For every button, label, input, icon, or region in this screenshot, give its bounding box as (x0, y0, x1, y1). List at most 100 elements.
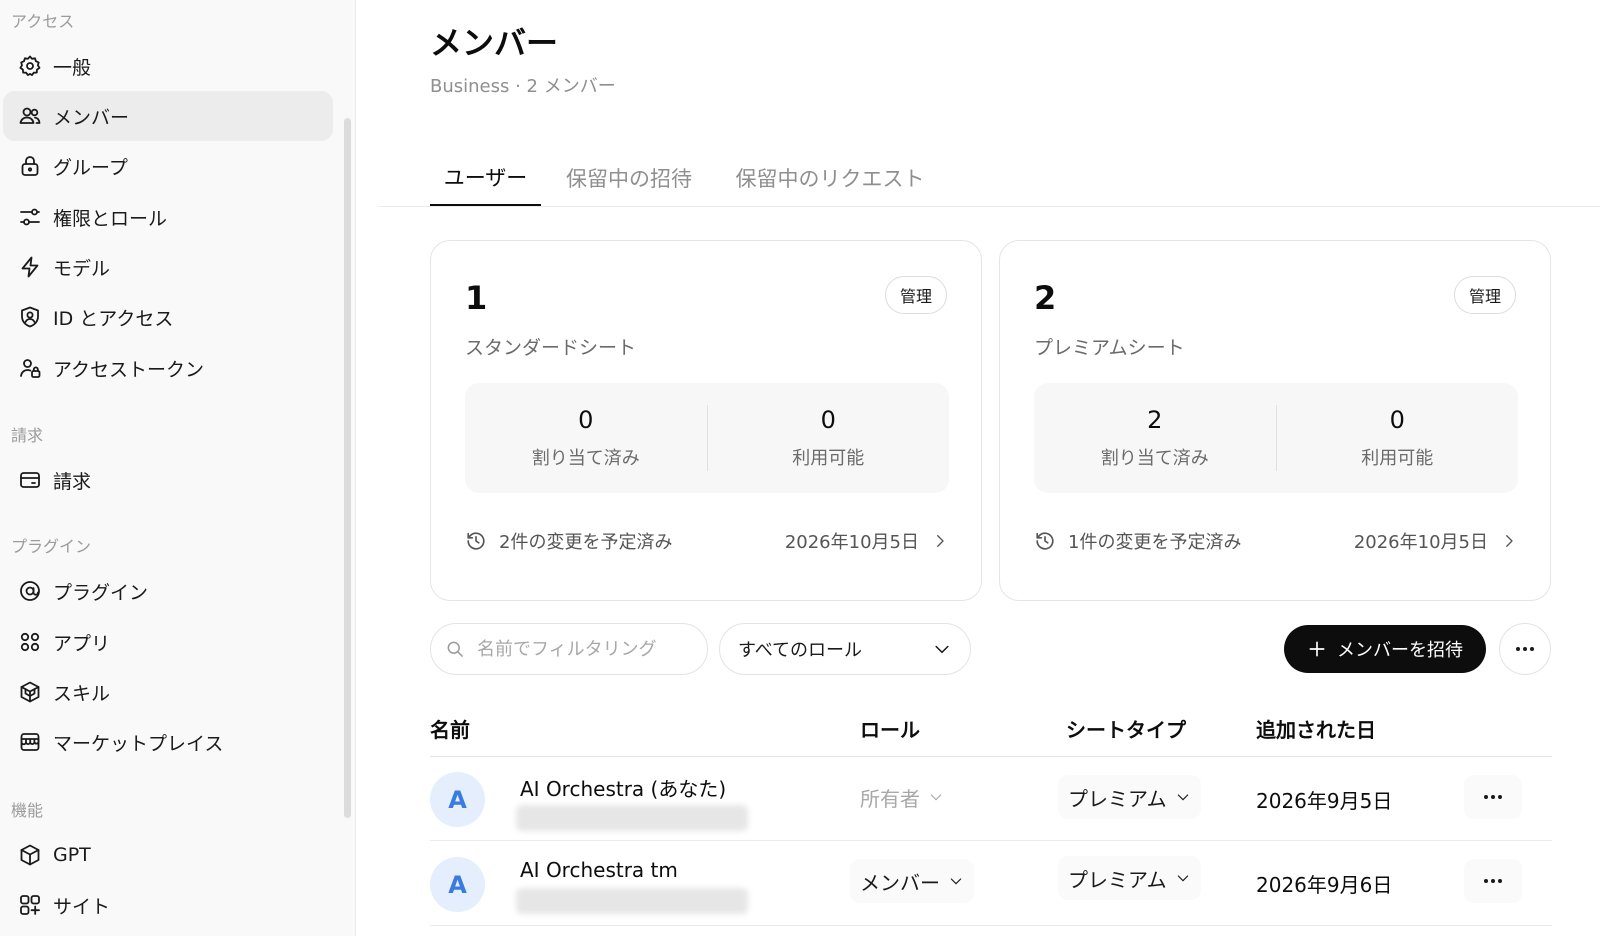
member-email-redacted (516, 805, 748, 831)
role-value: 所有者 (860, 786, 920, 811)
role-filter-select[interactable]: すべてのロール (719, 623, 971, 675)
history-icon (1036, 532, 1054, 550)
scheduled-date: 2026年10月5日 (784, 532, 919, 553)
lock-icon (18, 154, 42, 178)
tab-pending-invites[interactable]: 保留中の招待 (558, 150, 700, 206)
column-header-name[interactable]: 名前 (430, 714, 470, 743)
manage-button[interactable]: 管理 (884, 276, 947, 314)
seat-count: 2 (1034, 279, 1057, 317)
sidebar-item-label: メンバー (53, 106, 130, 129)
scheduled-changes-link[interactable]: 1件の変更を予定済み 2026年10月5日 (1034, 525, 1518, 557)
sidebar-section-access: アクセス (11, 12, 75, 31)
chevron-down-icon (935, 645, 949, 654)
column-header-date-added[interactable]: 追加された日 (1256, 714, 1376, 743)
history-icon (467, 532, 485, 550)
scheduled-text: 1件の変更を予定済み (1068, 532, 1242, 553)
more-options-button[interactable] (1499, 623, 1551, 675)
tab-bar: ユーザー 保留中の招待 保留中のリクエスト (378, 150, 1600, 207)
seat-type-value: プレミアム (1068, 867, 1167, 892)
users-icon (18, 104, 42, 128)
card-icon (18, 468, 42, 492)
member-name: AI Orchestra (あなた) (520, 777, 727, 801)
scheduled-changes-link[interactable]: 2件の変更を予定済み 2026年10月5日 (465, 525, 949, 557)
member-search (430, 623, 708, 675)
column-header-seat-type[interactable]: シートタイプ (1066, 714, 1186, 743)
seat-stats: 2 割り当て済み 0 利用可能 (1034, 383, 1518, 493)
shield-user-icon (18, 305, 42, 329)
available-stat: 0 利用可能 (1277, 383, 1519, 493)
more-icon (1516, 647, 1534, 651)
sidebar-item-label: ID とアクセス (53, 307, 174, 330)
sidebar-item-label: GPT (53, 844, 91, 866)
sidebar-item-models[interactable]: モデル (3, 242, 333, 292)
member-name: AI Orchestra tm (520, 858, 678, 882)
seat-card-premium: 2 プレミアムシート 管理 2 割り当て済み 0 利用可能 1件の変更を予定済み… (999, 240, 1551, 601)
cube-icon (18, 843, 42, 867)
available-stat: 0 利用可能 (708, 383, 950, 493)
bolt-icon (18, 255, 42, 279)
apps-icon (18, 630, 42, 654)
assigned-stat: 0 割り当て済み (465, 383, 707, 493)
seat-count: 1 (465, 279, 488, 317)
row-more-button[interactable] (1464, 859, 1522, 903)
sidebar-item-plugins[interactable]: プラグイン (3, 566, 333, 616)
sidebar-section-billing: 請求 (11, 426, 44, 445)
seat-type-dropdown[interactable]: プレミアム (1058, 775, 1201, 819)
tab-users[interactable]: ユーザー (430, 150, 541, 206)
assigned-label: 割り当て済み (1100, 448, 1209, 469)
avatar: A (430, 772, 485, 827)
assigned-label: 割り当て済み (531, 448, 640, 469)
page-title: メンバー (430, 24, 559, 62)
assigned-value: 2 (1147, 406, 1163, 434)
sidebar-item-label: アプリ (53, 632, 111, 655)
tab-pending-requests[interactable]: 保留中のリクエスト (727, 150, 933, 206)
search-input[interactable] (477, 638, 697, 660)
chevron-down-icon (1177, 875, 1188, 882)
more-icon (1484, 879, 1502, 883)
gear-icon (18, 54, 42, 78)
sidebar-item-groups[interactable]: グループ (3, 141, 333, 191)
sidebar-scrollbar[interactable] (344, 118, 351, 818)
sidebar-item-members[interactable]: メンバー (3, 91, 333, 141)
role-dropdown[interactable]: メンバー (850, 859, 974, 903)
sidebar-section-plugins: プラグイン (11, 537, 92, 556)
sidebar-item-billing[interactable]: 請求 (3, 455, 333, 505)
sidebar-item-permissions[interactable]: 権限とロール (3, 192, 333, 242)
chevron-down-icon (1177, 794, 1188, 801)
scheduled-text: 2件の変更を予定済み (499, 532, 673, 553)
invite-member-button[interactable]: メンバーを招待 (1284, 625, 1486, 673)
available-value: 0 (1389, 406, 1405, 434)
column-header-role[interactable]: ロール (860, 714, 920, 743)
sidebar-item-apps[interactable]: アプリ (3, 617, 333, 667)
role-dropdown[interactable]: 所有者 (850, 775, 954, 819)
sidebar-item-sites[interactable]: サイト (3, 880, 333, 930)
sidebar-item-label: 一般 (53, 56, 92, 79)
chevron-down-icon (950, 878, 962, 885)
table-row: A AI Orchestra tm メンバー プレミアム 2026年9月6日 (430, 842, 1552, 926)
seat-type-label: プレミアムシート (1034, 337, 1185, 359)
more-icon (1484, 795, 1502, 799)
sidebar-item-label: サイト (53, 895, 111, 918)
row-more-button[interactable] (1464, 775, 1522, 819)
sidebar: アクセス 一般 メンバー グループ 権限とロール モデル ID とアクセス アク… (0, 0, 356, 936)
manage-button[interactable]: 管理 (1453, 276, 1516, 314)
site-icon (18, 893, 42, 917)
sidebar-item-skills[interactable]: スキル (3, 667, 333, 717)
seat-stats: 0 割り当て済み 0 利用可能 (465, 383, 949, 493)
invite-member-label: メンバーを招待 (1337, 640, 1463, 661)
sidebar-item-access-tokens[interactable]: アクセストークン (3, 343, 333, 393)
sidebar-item-gpt[interactable]: GPT (3, 830, 333, 880)
seat-type-dropdown[interactable]: プレミアム (1058, 856, 1201, 900)
date-added: 2026年9月6日 (1256, 873, 1393, 897)
sidebar-item-label: マーケットプレイス (53, 732, 224, 755)
sidebar-item-id-access[interactable]: ID とアクセス (3, 292, 333, 342)
search-icon (447, 641, 463, 657)
seat-card-standard: 1 スタンダードシート 管理 0 割り当て済み 0 利用可能 2件の変更を予定済… (430, 240, 982, 601)
scheduled-date: 2026年10月5日 (1353, 532, 1488, 553)
assigned-value: 0 (578, 406, 594, 434)
sidebar-item-label: グループ (53, 156, 128, 179)
sidebar-item-marketplace[interactable]: マーケットプレイス (3, 717, 333, 767)
role-value: メンバー (860, 870, 940, 895)
sidebar-item-general[interactable]: 一般 (3, 41, 333, 91)
chevron-right-icon (937, 535, 944, 547)
